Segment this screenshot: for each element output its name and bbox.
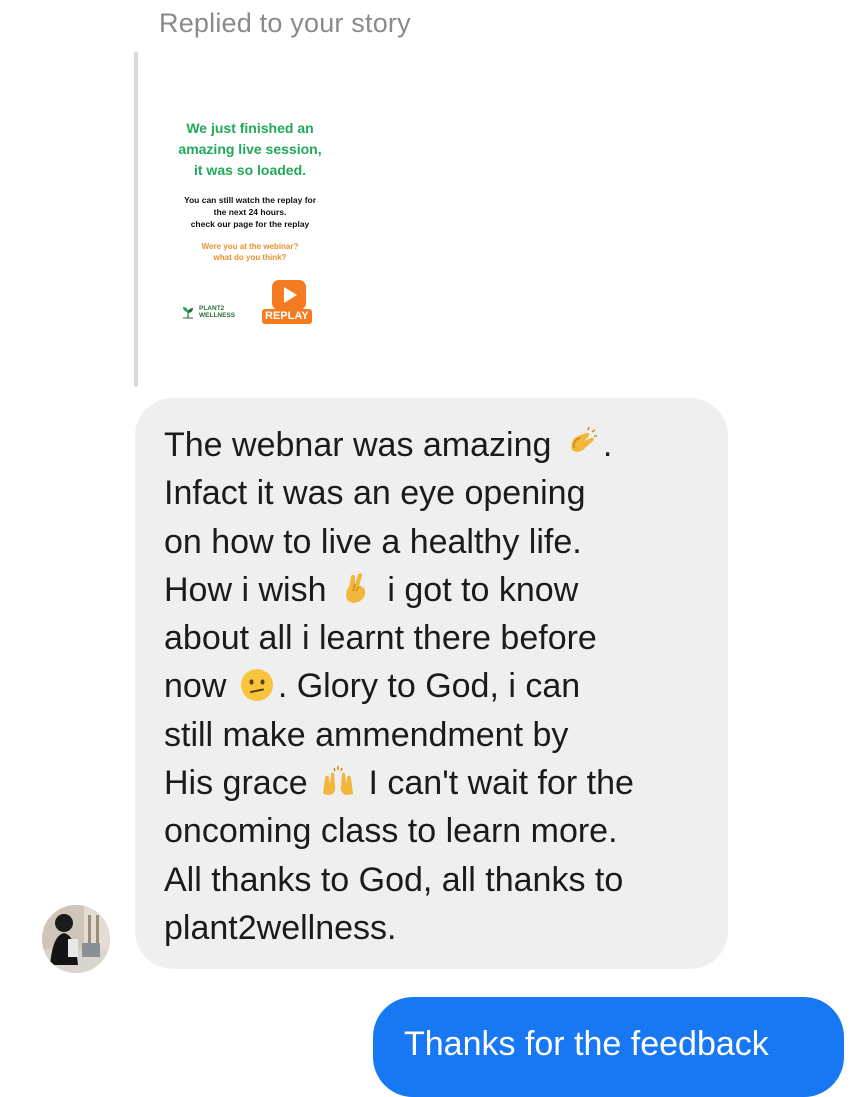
story-body-line: the next 24 hours. (213, 207, 287, 217)
outgoing-message-text: Thanks for the feedback (404, 1025, 769, 1063)
story-headline-line: amazing live session, (178, 141, 322, 157)
story-body-line: check our page for the replay (190, 219, 310, 229)
play-icon (272, 280, 306, 310)
message-text: I can't wait for the (359, 764, 634, 803)
message-line: plant2wellness. (164, 908, 397, 947)
message-line: Infact it was an eye opening (164, 474, 586, 513)
message-line: now . Glory to God, i can (164, 662, 724, 710)
raising-hands-icon (323, 766, 354, 796)
story-reply-bar (134, 52, 138, 387)
clapping-hands-icon (571, 426, 597, 452)
story-headline-line: We just finished an (186, 120, 314, 136)
story-question-line: Were you at the webinar? (201, 242, 299, 251)
message-text: . Glory to God, i can (277, 667, 581, 706)
message-line: His grace I can't wait for the (164, 759, 724, 807)
logo-text-line: PLANT2 (199, 305, 225, 312)
contact-avatar[interactable] (42, 905, 110, 973)
story-headline-line: it was so loaded. (193, 162, 307, 178)
crossed-fingers-icon (346, 573, 366, 603)
message-text: The webnar was amazing (164, 426, 561, 464)
message-line: All thanks to God, all thanks to (164, 860, 624, 899)
message-line: on how to live a healthy life. (164, 522, 582, 561)
incoming-message-text: The webnar was amazing . Infact it was a… (164, 421, 724, 952)
leaf-icon (183, 307, 193, 319)
confused-face-icon (240, 669, 273, 702)
story-body-line: You can still watch the replay for (183, 195, 317, 205)
message-line: The webnar was amazing . (164, 421, 724, 469)
replied-to-story-label: Replied to your story (159, 8, 411, 38)
message-text: . (602, 426, 613, 464)
story-preview[interactable]: We just finished an amazing live session… (155, 96, 345, 346)
story-body: You can still watch the replay for the n… (155, 194, 345, 230)
story-question: Were you at the webinar? what do you thi… (155, 241, 345, 263)
message-line: still make ammendment by (164, 715, 569, 754)
message-line: about all i learnt there before (164, 619, 597, 658)
avatar-photo (42, 905, 110, 973)
message-text: now (164, 667, 236, 706)
plant2wellness-logo: PLANT2 WELLNESS (180, 304, 235, 320)
replay-badge: REPLAY (262, 309, 312, 324)
logo-text: PLANT2 WELLNESS (199, 305, 235, 319)
message-text: i got to know (377, 570, 579, 609)
story-question-line: what do you think? (213, 253, 287, 262)
message-line: How i wish i got to know (164, 566, 724, 614)
logo-text-line: WELLNESS (199, 312, 236, 319)
message-text: His grace (164, 764, 318, 803)
message-line: oncoming class to learn more. (164, 812, 618, 851)
message-text: How i wish (164, 570, 336, 609)
story-headline: We just finished an amazing live session… (155, 118, 345, 181)
